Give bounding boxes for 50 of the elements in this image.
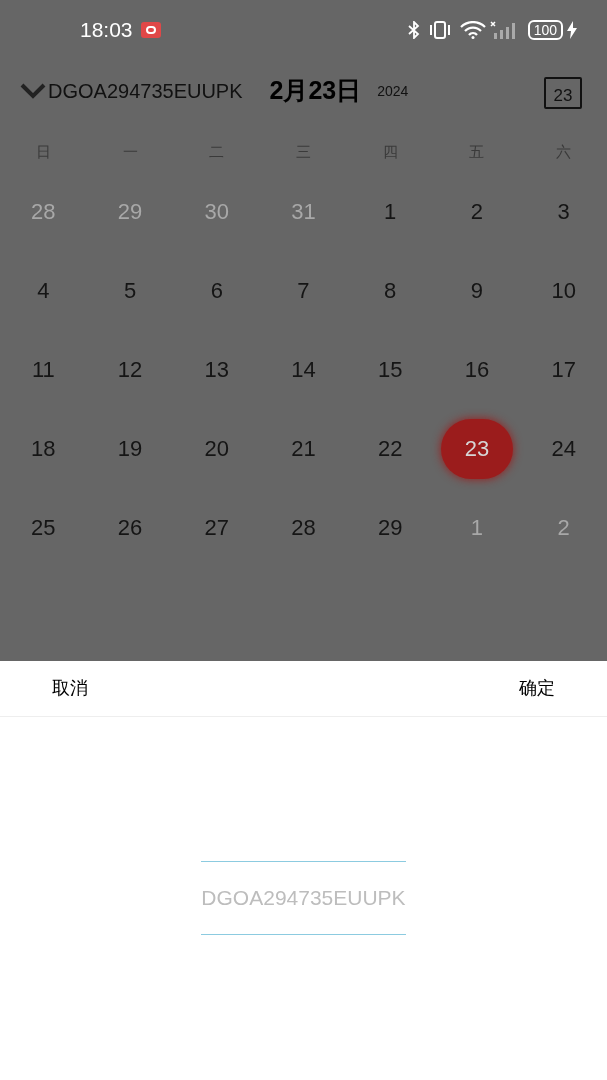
day-cell[interactable]: 1: [365, 191, 416, 232]
day-cell[interactable]: 13: [191, 349, 242, 390]
wifi-icon: [459, 21, 486, 39]
day-cell[interactable]: 28: [278, 507, 329, 548]
day-cell[interactable]: 12: [105, 349, 156, 390]
cancel-button[interactable]: 取消: [52, 675, 88, 702]
day-cell[interactable]: 21: [278, 428, 329, 469]
day-cell[interactable]: 17: [538, 349, 589, 390]
confirm-button[interactable]: 确定: [519, 675, 555, 702]
day-cell[interactable]: 19: [105, 428, 156, 469]
day-cell[interactable]: 15: [365, 349, 416, 390]
date-title: 2月23日: [269, 75, 362, 107]
day-cell[interactable]: 2: [538, 507, 589, 548]
bluetooth-icon: [407, 21, 420, 39]
day-cell[interactable]: 11: [18, 349, 69, 390]
day-cell[interactable]: 26: [105, 507, 156, 548]
day-cell[interactable]: 14: [278, 349, 329, 390]
day-cell[interactable]: 24: [538, 428, 589, 469]
day-cell[interactable]: 8: [365, 270, 416, 311]
battery-indicator: 100: [527, 20, 563, 40]
notification-icon: [140, 22, 161, 38]
day-cell[interactable]: 30: [191, 191, 242, 232]
day-cell[interactable]: 1: [451, 507, 502, 548]
day-cell[interactable]: 29: [105, 191, 156, 232]
year-label: 2024: [377, 81, 409, 101]
day-cell[interactable]: 9: [451, 270, 502, 311]
day-cell[interactable]: 31: [278, 191, 329, 232]
day-cell[interactable]: 23: [440, 418, 513, 479]
day-cell[interactable]: 6: [191, 270, 242, 311]
vibrate-icon: [427, 21, 452, 39]
day-cell[interactable]: 2: [451, 191, 502, 232]
day-cell[interactable]: 16: [451, 349, 502, 390]
day-cell[interactable]: 4: [18, 270, 69, 311]
status-time: 18:03: [80, 17, 133, 44]
day-cell[interactable]: 27: [191, 507, 242, 548]
chevron-down-icon[interactable]: [20, 83, 46, 99]
day-cell[interactable]: 5: [105, 270, 156, 311]
day-cell[interactable]: 25: [18, 507, 69, 548]
day-cell[interactable]: 3: [538, 191, 589, 232]
picker-option[interactable]: DGOA294735EUUPK: [201, 861, 406, 935]
day-cell[interactable]: 28: [18, 191, 69, 232]
day-cell[interactable]: 29: [365, 507, 416, 548]
day-cell[interactable]: 22: [365, 428, 416, 469]
day-cell[interactable]: 7: [278, 270, 329, 311]
charging-icon: [567, 21, 577, 39]
day-cell[interactable]: 20: [191, 428, 242, 469]
today-button[interactable]: 23: [544, 77, 582, 109]
day-cell[interactable]: 18: [18, 428, 69, 469]
device-selector[interactable]: DGOA294735EUUPK: [48, 76, 243, 106]
day-cell[interactable]: 10: [538, 270, 589, 311]
